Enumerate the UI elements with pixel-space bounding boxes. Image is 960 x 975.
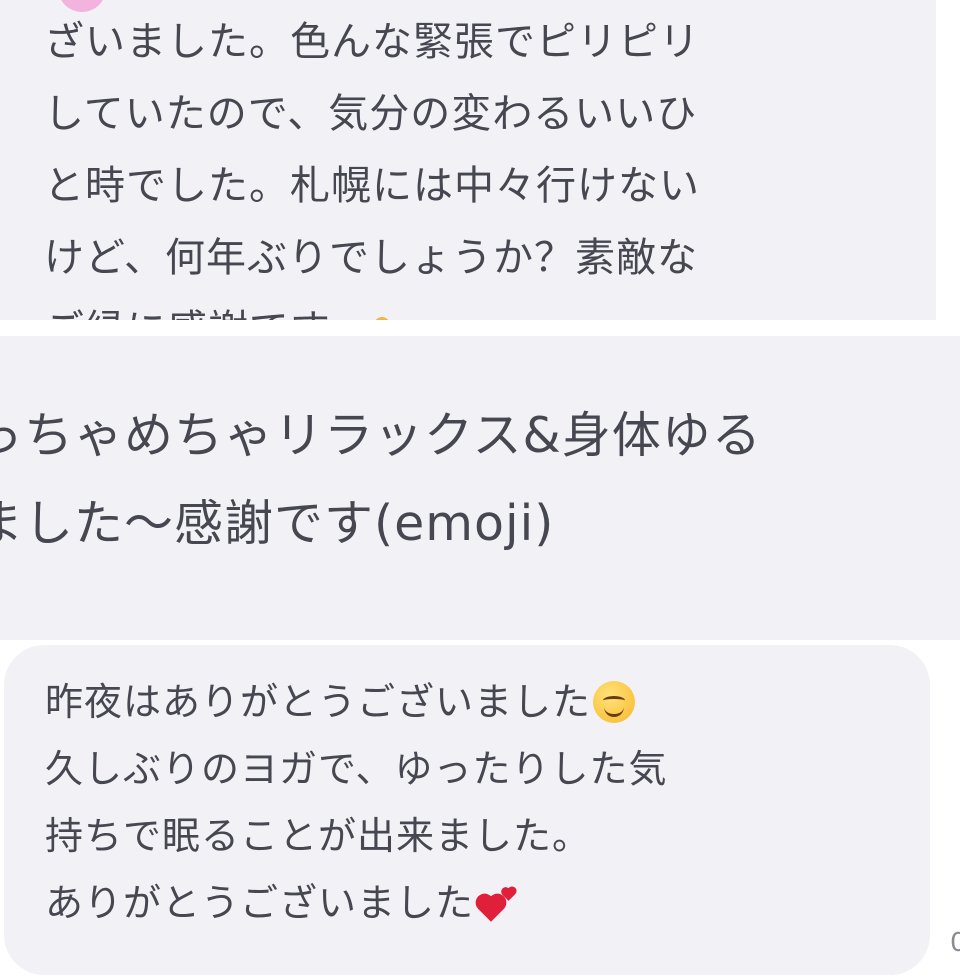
folded-hands-icon bbox=[374, 317, 390, 320]
two-hearts-icon bbox=[476, 884, 520, 924]
message-line: ました〜感謝です(emoji) bbox=[0, 495, 555, 552]
message-line: ありがとうございました bbox=[45, 881, 475, 925]
message-bubble-3: 昨夜はありがとうございました 久しぶりのヨガで、ゆったりした気 持ちで眠ることが… bbox=[4, 645, 930, 975]
message-text-2: っちゃめちゃリラックス&身体ゆる ました〜感謝です(emoji) bbox=[0, 392, 762, 568]
message-line: っちゃめちゃリラックス&身体ゆる bbox=[0, 407, 762, 464]
message-line: 久しぶりのヨガで、ゆったりした気 bbox=[45, 747, 668, 791]
message-bubble-1: ざいました。色んな緊張でピリピリ していたので、気分の変わるいいひ と時でした。… bbox=[0, 0, 936, 320]
message-text-1: ざいました。色んな緊張でピリピリ していたので、気分の変わるいいひ と時でした。… bbox=[44, 6, 700, 320]
message-line: ざいました。色んな緊張でピリピリ bbox=[44, 19, 700, 65]
message-line: していたので、気分の変わるいいひ bbox=[44, 91, 698, 137]
message-line: 持ちで眠ることが出来ました。 bbox=[45, 814, 592, 858]
message-line: 昨夜はありがとうございました bbox=[45, 680, 592, 724]
message-line: ご縁に感謝です。 bbox=[44, 307, 368, 320]
message-line: と時でした。札幌には中々行けない bbox=[44, 163, 700, 209]
message-line: けど、何年ぶりでしょうか？素敵な bbox=[44, 235, 698, 281]
smiling-face-icon bbox=[593, 681, 636, 723]
message-bubble-2: っちゃめちゃリラックス&身体ゆる ました〜感謝です(emoji) bbox=[0, 336, 960, 640]
message-text-3: 昨夜はありがとうございました 久しぶりのヨガで、ゆったりした気 持ちで眠ることが… bbox=[45, 669, 667, 937]
cropped-timestamp: 0 bbox=[950, 928, 960, 958]
